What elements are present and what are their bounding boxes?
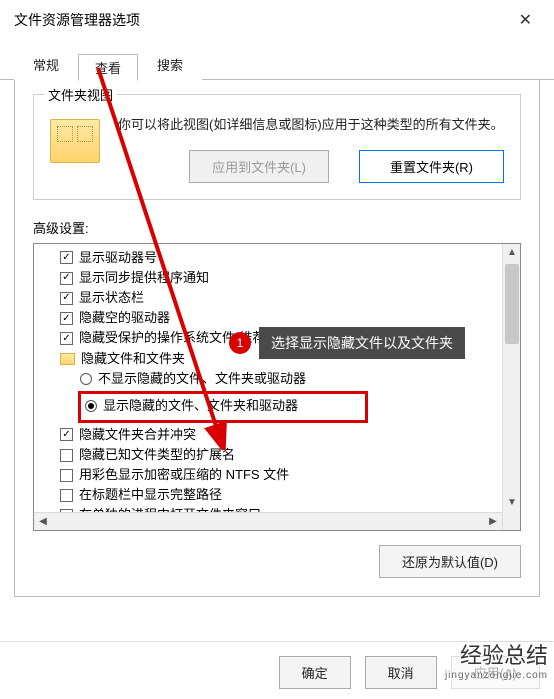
folder-view-desc: 你可以将此视图(如详细信息或图标)应用于这种类型的所有文件夹。 [118,115,504,136]
checkbox-icon [60,251,73,264]
apply-to-folders-button: 应用到文件夹(L) [189,150,329,183]
tab-view[interactable]: 查看 [78,54,138,81]
window-title: 文件资源管理器选项 [14,10,140,30]
callout-number: 1 [229,332,251,354]
advanced-settings-label: 高级设置: [33,218,521,237]
checkbox-icon [60,428,73,441]
tab-search[interactable]: 搜索 [138,48,202,80]
checkbox-icon [60,272,73,285]
scroll-down-icon[interactable]: ▼ [503,494,521,512]
checkbox-status-bar[interactable]: 显示状态栏 [40,288,520,308]
checkbox-icon [60,489,73,502]
radio-icon [85,400,97,412]
title-bar: 文件资源管理器选项 ✕ [0,0,554,36]
close-icon[interactable]: ✕ [511,8,540,32]
scroll-left-icon[interactable]: ◀ [34,513,52,531]
scroll-up-icon[interactable]: ▲ [503,244,521,262]
checkbox-icon [60,292,73,305]
reset-folders-button[interactable]: 重置文件夹(R) [359,150,504,183]
folder-icon [60,530,75,531]
watermark: 经验总结 jingyanzongjie.com [445,638,548,681]
checkbox-color-encrypted[interactable]: 用彩色显示加密或压缩的 NTFS 文件 [40,465,520,485]
callout-text: 选择显示隐藏文件以及文件夹 [259,327,465,359]
checkbox-show-drive-letters[interactable]: 显示驱动器号 [40,248,520,268]
scroll-thumb[interactable] [505,264,519,344]
restore-defaults-button[interactable]: 还原为默认值(D) [379,545,521,578]
checkbox-sync-provider[interactable]: 显示同步提供程序通知 [40,268,520,288]
checkbox-icon [60,469,73,482]
highlight-box: 显示隐藏的文件、文件夹和驱动器 [78,391,368,423]
checkbox-hide-empty-drives[interactable]: 隐藏空的驱动器 [40,308,520,328]
scrollbar-horizontal[interactable]: ◀ ▶ [34,512,502,530]
cancel-button[interactable]: 取消 [365,656,437,689]
radio-show-hidden[interactable]: 显示隐藏的文件、文件夹和驱动器 [85,396,361,416]
scrollbar-vertical[interactable]: ▲ ▼ [502,244,520,530]
checkbox-hide-extensions[interactable]: 隐藏已知文件类型的扩展名 [40,445,520,465]
tab-strip: 常规 查看 搜索 [14,48,554,80]
radio-dont-show-hidden[interactable]: 不显示隐藏的文件、文件夹或驱动器 [40,369,520,389]
folder-icon [60,353,75,365]
checkbox-full-path-title[interactable]: 在标题栏中显示完整路径 [40,485,520,505]
watermark-sub: jingyanzongjie.com [445,670,548,681]
folder-icon [50,119,100,163]
ok-button[interactable]: 确定 [279,656,351,689]
checkbox-icon [60,332,73,345]
watermark-main: 经验总结 [445,638,548,670]
scroll-right-icon[interactable]: ▶ [484,513,502,531]
callout: 1 选择显示隐藏文件以及文件夹 [229,327,465,359]
folder-view-group: 文件夹视图 你可以将此视图(如详细信息或图标)应用于这种类型的所有文件夹。 应用… [33,94,521,200]
radio-icon [80,373,92,385]
checkbox-hide-merge-conflict[interactable]: 隐藏文件夹合并冲突 [40,425,520,445]
checkbox-icon [60,449,73,462]
folder-view-legend: 文件夹视图 [44,85,117,104]
checkbox-icon [60,312,73,325]
tab-general[interactable]: 常规 [14,48,78,80]
advanced-settings-tree[interactable]: 显示驱动器号 显示同步提供程序通知 显示状态栏 隐藏空的驱动器 隐藏受保护的操作… [33,243,521,531]
